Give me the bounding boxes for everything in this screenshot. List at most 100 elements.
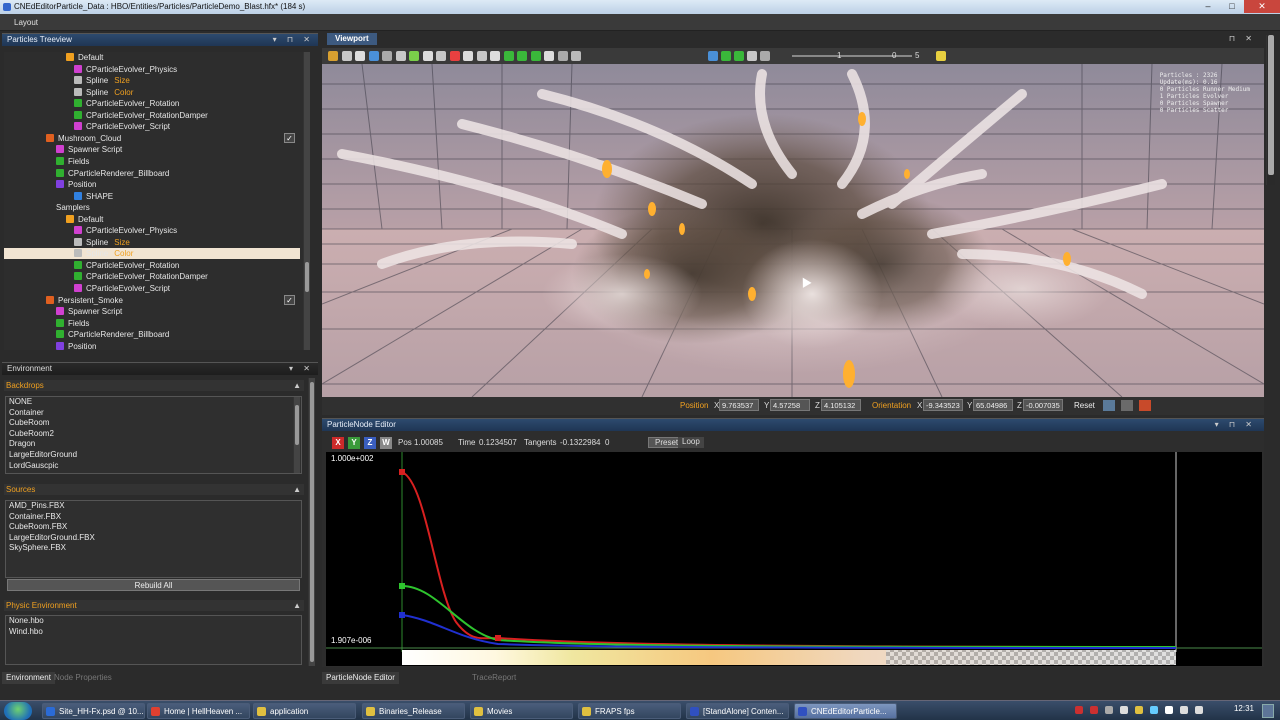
tree-item[interactable]: CParticleEvolver_Physics	[74, 225, 177, 236]
tree-item[interactable]: Spline Size	[74, 75, 130, 86]
sources-section[interactable]: Sources ▲	[4, 484, 304, 495]
toolbar-tool-icon[interactable]	[449, 51, 460, 61]
tree-item[interactable]: Spline Size	[74, 237, 130, 248]
tree-item[interactable]: Mushroom_Cloud	[46, 133, 121, 144]
taskbar-item[interactable]: application	[253, 703, 356, 719]
pneditor-controls[interactable]: ▾ ⊓ ✕	[1215, 419, 1256, 431]
tray-icon[interactable]	[1135, 706, 1143, 714]
toolbar-view-icon[interactable]	[747, 51, 757, 61]
list-item[interactable]: None.hbo	[6, 616, 301, 627]
time-value[interactable]: 0.1234507	[479, 438, 517, 447]
show-desktop-button[interactable]	[1262, 704, 1274, 718]
close-button[interactable]: ✕	[1244, 0, 1280, 13]
taskbar-item[interactable]: Home | HellHeaven ...	[147, 703, 250, 719]
tree-item[interactable]: Spline Color	[4, 248, 300, 260]
toolbar-tool-icon[interactable]	[409, 51, 419, 61]
taskbar-item[interactable]: [StandAlone] Conten...	[686, 703, 789, 719]
ori-y-field[interactable]: 65.04986	[973, 399, 1013, 411]
list-item[interactable]: SkySphere.FBX	[6, 543, 301, 554]
tray-icon[interactable]	[1105, 706, 1113, 714]
ori-z-field[interactable]: -0.007035	[1023, 399, 1063, 411]
toolbar-tool-icon[interactable]	[476, 51, 487, 61]
taskbar-item[interactable]: Site_HH-Fx.psd @ 10...	[42, 703, 145, 719]
curve-graph[interactable]: 1.000e+002 1.907e-006	[326, 452, 1262, 666]
toolbar-tool-icon[interactable]	[557, 51, 568, 61]
start-button[interactable]	[4, 702, 32, 720]
pos-x-field[interactable]: 9.763537	[719, 399, 759, 411]
list-item[interactable]: Dragon	[6, 439, 301, 450]
list-item[interactable]: AMD_Pins.FBX	[6, 501, 301, 512]
toolbar-tool-icon[interactable]	[395, 51, 406, 61]
viewport-scrollbar[interactable]	[1266, 35, 1275, 185]
tree-scroll-thumb[interactable]	[305, 262, 309, 292]
tree-item[interactable]: Default	[66, 214, 103, 225]
taskbar-item[interactable]: Binaries_Release	[362, 703, 465, 719]
toolbar-tool-icon[interactable]	[517, 51, 527, 61]
env-scrollbar[interactable]	[308, 378, 315, 666]
toolbar-tool-icon[interactable]	[530, 51, 541, 61]
visibility-checkbox[interactable]: ✓	[284, 294, 295, 305]
tree-item[interactable]: Default	[66, 52, 103, 63]
toolbar-tool-icon[interactable]	[544, 51, 554, 61]
w-channel-button[interactable]: W	[380, 437, 392, 449]
rebuild-all-button[interactable]: Rebuild All	[7, 579, 300, 591]
toolbar-tool-icon[interactable]	[328, 51, 338, 61]
tree-item[interactable]: Spawner Script	[56, 144, 122, 155]
list-item[interactable]: Wind.hbo	[6, 627, 301, 638]
list-item[interactable]: Container.FBX	[6, 512, 301, 523]
toolbar-tool-icon[interactable]	[355, 51, 365, 61]
tree-item[interactable]: CParticleRenderer_Billboard	[56, 168, 169, 179]
panel-controls[interactable]: ▾ ⊓ ✕	[273, 34, 314, 46]
tree-item[interactable]: CParticleEvolver_RotationDamper	[74, 271, 208, 282]
tab-tracereport[interactable]: TraceReport	[468, 672, 520, 684]
tangents-value-2[interactable]: 0	[605, 438, 609, 447]
list-item[interactable]: LargeEditorGround	[6, 450, 301, 461]
toolbar-tool-icon[interactable]	[503, 51, 514, 61]
tree-item[interactable]: CParticleEvolver_Rotation	[74, 260, 179, 271]
pos-y-field[interactable]: 4.57258	[770, 399, 810, 411]
list-item[interactable]: CubeRoom	[6, 418, 301, 429]
list-item[interactable]: NONE	[6, 397, 301, 408]
toolbar-tool-icon[interactable]	[341, 51, 352, 61]
ori-x-field[interactable]: -9.343523	[923, 399, 963, 411]
physic-env-section[interactable]: Physic Environment ▲	[4, 600, 304, 611]
list-item[interactable]: Container	[6, 408, 301, 419]
reset-button[interactable]: Reset	[1074, 401, 1095, 411]
tree-item[interactable]: CParticleEvolver_Script	[74, 121, 170, 132]
tray-icon[interactable]	[1120, 706, 1128, 714]
pos-value[interactable]: 1.00085	[414, 438, 443, 447]
backdrops-section[interactable]: Backdrops ▲	[4, 380, 304, 391]
3d-viewport[interactable]: Particles : 2326 Update(ms): 0.16 0 Partic…	[322, 64, 1264, 397]
toolbar-view-icon[interactable]	[760, 51, 770, 61]
tree-item[interactable]: Spline Color	[74, 87, 133, 98]
toolbar-tool-icon[interactable]	[368, 51, 379, 61]
list-item[interactable]: LargeEditorGround.FBX	[6, 533, 301, 544]
warning-icon[interactable]	[936, 51, 946, 61]
tree-item[interactable]: Fields	[56, 318, 89, 329]
pos-z-field[interactable]: 4.105132	[821, 399, 861, 411]
tab-node-properties[interactable]: Node Properties	[50, 672, 116, 684]
toolbar-view-icon[interactable]	[708, 51, 718, 61]
tangents-value[interactable]: -0.1322984	[560, 438, 600, 447]
tree-item[interactable]: CParticleRenderer_Billboard	[56, 329, 169, 340]
taskbar-item[interactable]: Movies	[470, 703, 573, 719]
list-item[interactable]: CubeRoom.FBX	[6, 522, 301, 533]
tree-item[interactable]: CParticleEvolver_Physics	[74, 64, 177, 75]
tray-icon[interactable]	[1165, 706, 1173, 714]
toolbar-tool-icon[interactable]	[436, 51, 446, 61]
tree-item[interactable]: CParticleEvolver_Script	[74, 283, 170, 294]
tree-item[interactable]: Fields	[56, 156, 89, 167]
clock[interactable]: 12:31	[1234, 704, 1254, 713]
tray-icon[interactable]	[1195, 706, 1203, 714]
axes-icon[interactable]	[1139, 400, 1151, 411]
toolbar-view-icon[interactable]	[734, 51, 744, 61]
tray-icon[interactable]	[1150, 706, 1158, 714]
x-channel-button[interactable]: X	[332, 437, 344, 449]
tree-item[interactable]: Position	[56, 179, 96, 190]
tray-icon[interactable]	[1180, 706, 1188, 714]
toolbar-tool-icon[interactable]	[422, 51, 433, 61]
tree-item[interactable]: CParticleEvolver_Rotation	[74, 98, 179, 109]
toolbar-tool-icon[interactable]	[463, 51, 473, 61]
grid-icon[interactable]	[1121, 400, 1133, 411]
visibility-checkbox[interactable]: ✓	[284, 132, 295, 143]
